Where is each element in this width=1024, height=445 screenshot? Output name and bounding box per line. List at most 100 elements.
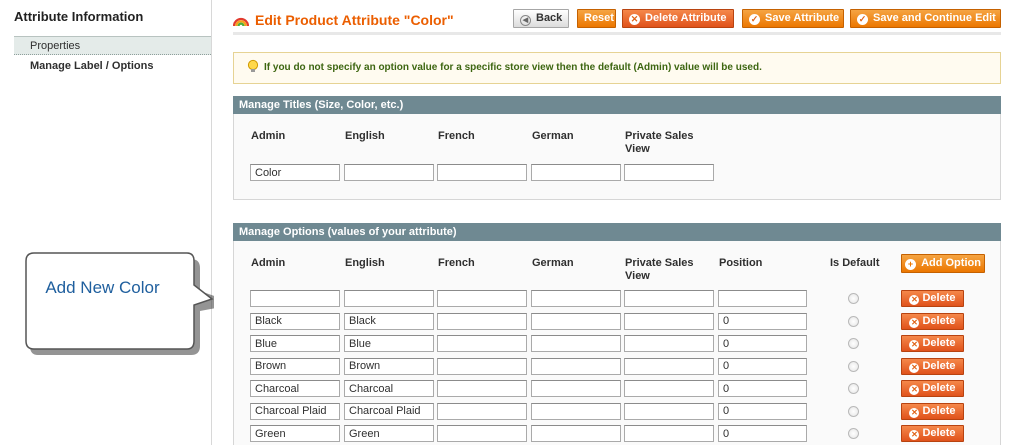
option-private-sales-input[interactable]: [624, 312, 714, 330]
option-french-input[interactable]: [437, 312, 527, 330]
option-private-sales-input[interactable]: [624, 425, 714, 442]
option-admin-input[interactable]: [250, 402, 340, 420]
delete-option-label: Delete: [922, 292, 956, 304]
delete-option-label: Delete: [922, 382, 956, 394]
column-header: Is Default: [830, 257, 880, 269]
is-default-radio[interactable]: [848, 383, 859, 394]
is-default-radio[interactable]: [848, 428, 859, 439]
option-private-sales-input[interactable]: [624, 290, 714, 307]
title-german-input[interactable]: [531, 164, 621, 181]
sidebar-title: Attribute Information: [14, 9, 144, 24]
is-default-radio[interactable]: [848, 360, 859, 372]
add-option-button[interactable]: + Add Option: [901, 254, 985, 273]
option-french-input[interactable]: [437, 290, 527, 307]
checkmark-icon: ✓: [749, 14, 760, 25]
delete-attribute-button[interactable]: ✕ Delete Attribute: [622, 9, 734, 28]
is-default-radio[interactable]: [848, 315, 859, 327]
is-default-radio[interactable]: [848, 293, 859, 304]
back-button[interactable]: ◀ Back: [513, 9, 569, 28]
column-header: German: [532, 257, 574, 269]
option-german-input[interactable]: [531, 357, 621, 375]
option-english-input[interactable]: [344, 402, 434, 420]
delete-icon: ✕: [909, 317, 920, 328]
back-arrow-icon: ◀: [520, 15, 531, 26]
option-english-input[interactable]: [344, 312, 434, 330]
sidebar-tab-properties[interactable]: Properties: [14, 36, 211, 55]
option-french-input[interactable]: [437, 380, 527, 397]
delete-icon: ✕: [909, 295, 920, 305]
checkmark-icon: ✓: [857, 14, 868, 25]
option-french-input[interactable]: [437, 425, 527, 442]
delete-option-button[interactable]: ✕ Delete: [901, 380, 964, 397]
option-private-sales-input[interactable]: [624, 402, 714, 420]
option-admin-input[interactable]: [250, 425, 340, 442]
option-admin-input[interactable]: [250, 335, 340, 352]
save-attribute-button[interactable]: ✓ Save Attribute: [742, 9, 844, 28]
option-french-input[interactable]: [437, 357, 527, 375]
option-position-input[interactable]: [718, 425, 807, 442]
option-german-input[interactable]: [531, 402, 621, 420]
option-german-input[interactable]: [531, 425, 621, 442]
delete-icon: ✕: [629, 14, 640, 25]
delete-option-label: Delete: [922, 337, 956, 349]
option-english-input[interactable]: [344, 357, 434, 375]
option-position-input[interactable]: [718, 357, 807, 375]
back-button-label: Back: [536, 12, 563, 24]
title-english-input[interactable]: [344, 164, 434, 181]
is-default-radio[interactable]: [848, 338, 859, 349]
notice-message: If you do not specify an option value fo…: [233, 52, 1001, 84]
title-french-input[interactable]: [437, 164, 527, 181]
option-position-input[interactable]: [718, 290, 807, 307]
column-header: German: [532, 130, 574, 142]
title-private-sales-input[interactable]: [624, 164, 714, 181]
column-header: Admin: [251, 130, 286, 142]
option-english-input[interactable]: [344, 425, 434, 442]
delete-option-button[interactable]: ✕ Delete: [901, 402, 964, 420]
delete-option-button[interactable]: ✕ Delete: [901, 425, 964, 442]
option-english-input[interactable]: [344, 290, 434, 307]
save-continue-label: Save and Continue Edit: [873, 12, 996, 24]
column-header: French: [438, 257, 475, 269]
column-header: Private Sales View: [625, 130, 694, 155]
save-continue-button[interactable]: ✓ Save and Continue Edit: [850, 9, 1001, 28]
callout-bubble: [25, 252, 214, 355]
option-private-sales-input[interactable]: [624, 335, 714, 352]
option-german-input[interactable]: [531, 335, 621, 352]
option-english-input[interactable]: [344, 380, 434, 397]
option-german-input[interactable]: [531, 290, 621, 307]
delete-option-button[interactable]: ✕ Delete: [901, 290, 964, 307]
add-option-label: Add Option: [921, 257, 981, 269]
option-admin-input[interactable]: [250, 312, 340, 330]
column-header: Admin: [251, 257, 286, 269]
delete-option-label: Delete: [922, 404, 956, 417]
option-admin-input[interactable]: [250, 357, 340, 375]
delete-option-button[interactable]: ✕ Delete: [901, 335, 964, 352]
delete-icon: ✕: [909, 362, 920, 373]
reset-button[interactable]: Reset: [577, 9, 616, 28]
option-position-input[interactable]: [718, 312, 807, 330]
delete-option-button[interactable]: ✕ Delete: [901, 312, 964, 330]
delete-option-button[interactable]: ✕ Delete: [901, 357, 964, 375]
option-german-input[interactable]: [531, 312, 621, 330]
option-position-input[interactable]: [718, 380, 807, 397]
is-default-radio[interactable]: [848, 405, 859, 417]
option-english-input[interactable]: [344, 335, 434, 352]
notice-text: If you do not specify an option value fo…: [264, 62, 762, 73]
option-private-sales-input[interactable]: [624, 380, 714, 397]
title-admin-input[interactable]: [250, 164, 340, 181]
option-admin-input[interactable]: [250, 290, 340, 307]
column-header: Private Sales View: [625, 257, 694, 282]
option-position-input[interactable]: [718, 335, 807, 352]
option-position-input[interactable]: [718, 402, 807, 420]
option-german-input[interactable]: [531, 380, 621, 397]
sidebar-tab-manage-label-options[interactable]: Manage Label / Options: [14, 57, 211, 76]
callout-text: Add New Color: [45, 278, 160, 297]
option-french-input[interactable]: [437, 402, 527, 420]
manage-titles-header: Manage Titles (Size, Color, etc.): [233, 96, 1001, 114]
plus-icon: +: [905, 259, 917, 270]
sidebar: Attribute Information Properties Manage …: [0, 0, 211, 445]
option-private-sales-input[interactable]: [624, 357, 714, 375]
option-admin-input[interactable]: [250, 380, 340, 397]
manage-options-section: Admin English French German Private Sale…: [233, 241, 1001, 445]
option-french-input[interactable]: [437, 335, 527, 352]
